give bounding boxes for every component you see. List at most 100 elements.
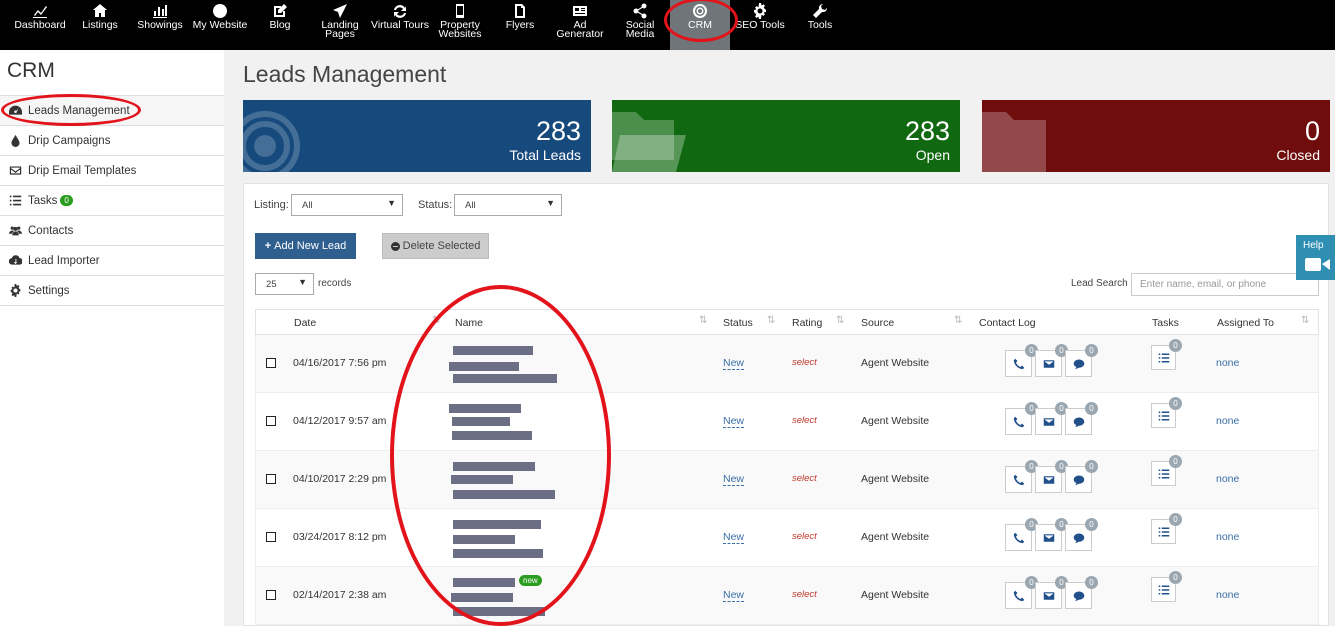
call-log-button[interactable]: 0 (1005, 402, 1038, 435)
column-header-rating[interactable]: Rating (792, 317, 822, 329)
nav-blog[interactable]: Blog (250, 0, 310, 50)
nav-property-websites[interactable]: Property Websites (430, 0, 490, 50)
email-log-button[interactable]: 0 (1035, 344, 1068, 377)
nav-seo-tools[interactable]: SEO Tools (730, 0, 790, 50)
lead-rating[interactable]: select (792, 531, 817, 542)
newspaper-icon (550, 3, 610, 20)
nav-label: Dashboard (14, 19, 66, 31)
add-new-lead-button[interactable]: + Add New Lead (255, 233, 356, 259)
list-icon (1158, 585, 1169, 594)
stat-label: Open (915, 147, 950, 163)
column-header-date[interactable]: Date (294, 317, 316, 329)
column-header-source[interactable]: Source (861, 317, 894, 329)
tasks-button[interactable]: 0 (1151, 571, 1182, 602)
text-log-button[interactable]: 0 (1065, 576, 1098, 609)
sidebar-item-drip-email-templates[interactable]: Drip Email Templates (0, 156, 224, 186)
call-log-button[interactable]: 0 (1005, 576, 1038, 609)
delete-selected-button[interactable]: Delete Selected (382, 233, 489, 259)
sort-icon[interactable]: ⇅ (836, 315, 844, 326)
lead-status[interactable]: New (723, 589, 745, 602)
lead-status[interactable]: New (723, 415, 745, 428)
lead-rating[interactable]: select (792, 415, 817, 426)
email-log-button[interactable]: 0 (1035, 518, 1068, 551)
sidebar-item-lead-importer[interactable]: Lead Importer (0, 246, 224, 276)
lead-assigned[interactable]: none (1216, 531, 1239, 543)
column-header-status[interactable]: Status (723, 317, 753, 329)
count-badge: 0 (1085, 460, 1098, 473)
lead-status[interactable]: New (723, 531, 745, 544)
sort-icon[interactable]: ⇅ (1301, 315, 1309, 326)
sort-icon[interactable]: ⇅ (954, 315, 962, 326)
row-checkbox[interactable] (266, 416, 276, 426)
call-log-button[interactable]: 0 (1005, 460, 1038, 493)
lead-rating[interactable]: select (792, 357, 817, 368)
call-log-button[interactable]: 0 (1005, 518, 1038, 551)
sidebar-item-contacts[interactable]: Contacts (0, 216, 224, 246)
stat-card-total-leads[interactable]: 283 Total Leads (243, 100, 591, 172)
sort-icon[interactable]: ⇅ (699, 315, 707, 326)
nav-flyers[interactable]: Flyers (490, 0, 550, 50)
email-log-button[interactable]: 0 (1035, 460, 1068, 493)
lead-assigned[interactable]: none (1216, 473, 1239, 485)
nav-label: Blog (269, 19, 291, 31)
nav-social-media[interactable]: Social Media (610, 0, 670, 50)
help-button[interactable]: Help (1296, 235, 1335, 280)
row-checkbox[interactable] (266, 474, 276, 484)
stat-card-open[interactable]: 283 Open (612, 100, 960, 172)
table-row[interactable]: 02/14/2017 2:38 am new New select Agent … (255, 567, 1319, 625)
globe-icon (190, 3, 250, 20)
lead-assigned[interactable]: none (1216, 357, 1239, 369)
column-header-assigned-to[interactable]: Assigned To (1217, 317, 1274, 329)
lead-rating[interactable]: select (792, 589, 817, 600)
email-log-button[interactable]: 0 (1035, 576, 1068, 609)
text-log-button[interactable]: 0 (1065, 460, 1098, 493)
nav-my-website[interactable]: My Website (190, 0, 250, 50)
lead-assigned[interactable]: none (1216, 415, 1239, 427)
lead-status[interactable]: New (723, 357, 745, 370)
phone-icon (1013, 590, 1024, 601)
nav-landing-pages[interactable]: Landing Pages (310, 0, 370, 50)
count-badge: 0 (1169, 339, 1182, 352)
nav-tools[interactable]: Tools (790, 0, 850, 50)
call-log-button[interactable]: 0 (1005, 344, 1038, 377)
status-filter-label: Status: (418, 199, 453, 211)
nav-label: Property Websites (438, 19, 482, 40)
minus-circle-icon (390, 241, 400, 251)
tasks-button[interactable]: 0 (1151, 339, 1182, 370)
listing-filter-select[interactable]: All ▼ (291, 194, 403, 216)
sidebar-item-label: Drip Campaigns (28, 134, 111, 147)
row-checkbox[interactable] (266, 532, 276, 542)
email-log-button[interactable]: 0 (1035, 402, 1068, 435)
lead-assigned[interactable]: none (1216, 589, 1239, 601)
tasks-button[interactable]: 0 (1151, 513, 1182, 544)
records-per-page-select[interactable]: 25 ▼ (255, 273, 314, 295)
count-badge: 0 (1169, 455, 1182, 468)
nav-listings[interactable]: Listings (70, 0, 130, 50)
sidebar-item-settings[interactable]: Settings (0, 276, 224, 306)
text-log-button[interactable]: 0 (1065, 402, 1098, 435)
sidebar-item-drip-campaigns[interactable]: Drip Campaigns (0, 126, 224, 156)
tasks-button[interactable]: 0 (1151, 397, 1182, 428)
list-icon (1158, 353, 1169, 362)
lead-search-input[interactable]: Enter name, email, or phone (1131, 273, 1319, 296)
text-log-button[interactable]: 0 (1065, 518, 1098, 551)
row-checkbox[interactable] (266, 358, 276, 368)
sort-icon[interactable]: ⇅ (767, 315, 775, 326)
lead-status[interactable]: New (723, 473, 745, 486)
caret-down-icon: ▼ (546, 198, 555, 208)
text-log-button[interactable]: 0 (1065, 344, 1098, 377)
records-per-page-value: 25 (266, 279, 277, 290)
tasks-button[interactable]: 0 (1151, 455, 1182, 486)
status-filter-select[interactable]: All ▼ (454, 194, 562, 216)
lead-rating[interactable]: select (792, 473, 817, 484)
nav-ad-generator[interactable]: Ad Generator (550, 0, 610, 50)
sidebar-item-label: Drip Email Templates (28, 164, 137, 177)
row-checkbox[interactable] (266, 590, 276, 600)
nav-virtual-tours[interactable]: Virtual Tours (370, 0, 430, 50)
column-header-tasks: Tasks (1152, 317, 1179, 329)
sidebar-item-tasks[interactable]: Tasks 0 (0, 186, 224, 216)
caret-down-icon: ▼ (387, 198, 396, 208)
stat-card-closed[interactable]: 0 Closed (982, 100, 1330, 172)
nav-showings[interactable]: Showings (130, 0, 190, 50)
nav-dashboard[interactable]: Dashboard (10, 0, 70, 50)
